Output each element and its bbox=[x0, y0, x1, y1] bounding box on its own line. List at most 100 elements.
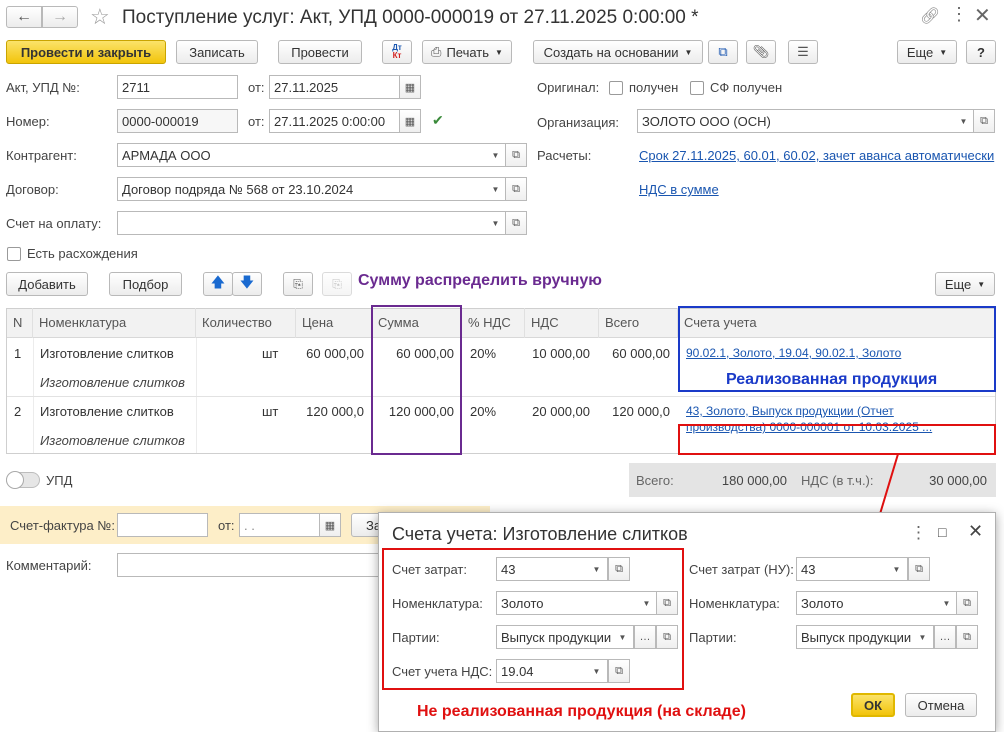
move-down-button[interactable]: 🡇︎ bbox=[232, 272, 262, 296]
vat-account-dropdown[interactable]: ▼ bbox=[586, 659, 608, 683]
print-button[interactable]: ⎙ Печать ▼ bbox=[422, 40, 512, 64]
header-price[interactable]: Цена bbox=[296, 308, 372, 338]
row-vat[interactable]: 10 000,00 bbox=[525, 346, 590, 361]
cost-account-nu-dropdown[interactable]: ▼ bbox=[886, 557, 908, 581]
contractor-field[interactable]: АРМАДА ООО bbox=[117, 143, 487, 167]
write-button[interactable]: Записать bbox=[176, 40, 258, 64]
header-total[interactable]: Всего bbox=[599, 308, 678, 338]
row-vat-rate[interactable]: 20% bbox=[470, 346, 496, 361]
cost-account-nu-field[interactable]: 43 bbox=[796, 557, 888, 581]
batches-nu-open-button[interactable]: ⧉ bbox=[956, 625, 978, 649]
back-button[interactable]: ← bbox=[6, 6, 42, 28]
row-nomenclature[interactable]: Изготовление слитков bbox=[40, 346, 174, 361]
cost-account-field[interactable]: 43 bbox=[496, 557, 588, 581]
row-total[interactable]: 60 000,00 bbox=[600, 346, 670, 361]
cost-account-nu-open-button[interactable]: ⧉ bbox=[908, 557, 930, 581]
batches-select-button[interactable]: … bbox=[634, 625, 656, 649]
nomenclature-nu-field[interactable]: Золото bbox=[796, 591, 938, 615]
open-icon: ⧉ bbox=[915, 562, 923, 575]
create-based-button[interactable]: Создать на основании ▼ bbox=[533, 40, 703, 64]
header-n[interactable]: N bbox=[7, 308, 33, 338]
table-more-button[interactable]: Еще ▼ bbox=[935, 272, 995, 296]
invoice-field[interactable] bbox=[117, 211, 487, 235]
row-nomenclature[interactable]: Изготовление слитков bbox=[40, 404, 174, 419]
vat-link[interactable]: НДС в сумме bbox=[639, 182, 719, 197]
attach-button[interactable]: 📎︎ bbox=[746, 40, 776, 64]
discrepancy-checkbox[interactable] bbox=[7, 247, 21, 261]
contractor-open-button[interactable]: ⧉ bbox=[505, 143, 527, 167]
nomenclature-field[interactable]: Золото bbox=[496, 591, 638, 615]
nomenclature-open-button[interactable]: ⧉ bbox=[656, 591, 678, 615]
number-field[interactable]: 0000-000019 bbox=[117, 109, 238, 133]
header-nomenclature[interactable]: Номенклатура bbox=[33, 308, 196, 338]
header-vat-rate[interactable]: % НДС bbox=[462, 308, 525, 338]
number-date-field[interactable]: 27.11.2025 0:00:00 bbox=[269, 109, 401, 133]
row-price[interactable]: 60 000,00 bbox=[298, 346, 364, 361]
forward-button[interactable]: → bbox=[42, 6, 78, 28]
contract-open-button[interactable]: ⧉ bbox=[505, 177, 527, 201]
dt-kt-button[interactable]: Дт Кт bbox=[382, 40, 412, 64]
invoice-dropdown[interactable]: ▼ bbox=[485, 211, 507, 235]
calendar-button[interactable]: ▦ bbox=[399, 75, 421, 99]
post-button[interactable]: Провести bbox=[278, 40, 362, 64]
link-icon[interactable]: 🔗︎ bbox=[920, 6, 940, 26]
vat-account-field[interactable]: 19.04 bbox=[496, 659, 588, 683]
ok-button[interactable]: ОК bbox=[851, 693, 895, 717]
edit-check-icon[interactable]: ✔ bbox=[432, 112, 444, 129]
close-icon[interactable]: ✕ bbox=[974, 3, 991, 28]
sf-received-checkbox[interactable] bbox=[690, 81, 704, 95]
batches-open-button[interactable]: ⧉ bbox=[656, 625, 678, 649]
paste-button[interactable]: ⎘ bbox=[322, 272, 352, 296]
upd-toggle[interactable] bbox=[6, 471, 40, 489]
close-icon[interactable]: ✕ bbox=[968, 521, 983, 542]
act-date-field[interactable]: 27.11.2025 bbox=[269, 75, 401, 99]
contract-field[interactable]: Договор подряда № 568 от 23.10.2024 bbox=[117, 177, 487, 201]
act-number-field[interactable]: 2711 bbox=[117, 75, 238, 99]
nomenclature-nu-open-button[interactable]: ⧉ bbox=[956, 591, 978, 615]
more-vert-icon[interactable]: ⋮ bbox=[910, 523, 927, 543]
row-price[interactable]: 120 000,0 bbox=[298, 404, 364, 419]
post-and-close-button[interactable]: Провести и закрыть bbox=[6, 40, 166, 64]
contractor-dropdown[interactable]: ▼ bbox=[485, 143, 507, 167]
copy-button[interactable]: ⎘ bbox=[283, 272, 313, 296]
sf-date-field[interactable]: . . bbox=[239, 513, 321, 537]
nomenclature-nu-dropdown[interactable]: ▼ bbox=[936, 591, 958, 615]
org-open-button[interactable]: ⧉ bbox=[973, 109, 995, 133]
help-button[interactable]: ? bbox=[966, 40, 996, 64]
batches-nu-field[interactable]: Выпуск продукции bbox=[796, 625, 914, 649]
header-quantity[interactable]: Количество bbox=[196, 308, 296, 338]
vat-account-open-button[interactable]: ⧉ bbox=[608, 659, 630, 683]
row-vat-rate[interactable]: 20% bbox=[470, 404, 496, 419]
batches-nu-select-button[interactable]: … bbox=[934, 625, 956, 649]
cancel-button[interactable]: Отмена bbox=[905, 693, 977, 717]
contract-dropdown[interactable]: ▼ bbox=[485, 177, 507, 201]
batches-field[interactable]: Выпуск продукции bbox=[496, 625, 614, 649]
sf-number-field[interactable] bbox=[117, 513, 208, 537]
settlements-link[interactable]: Срок 27.11.2025, 60.01, 60.02, зачет ава… bbox=[639, 148, 994, 163]
select-button[interactable]: Подбор bbox=[109, 272, 182, 296]
row-total[interactable]: 120 000,0 bbox=[600, 404, 670, 419]
row-vat[interactable]: 20 000,00 bbox=[525, 404, 590, 419]
comment-field[interactable] bbox=[117, 553, 389, 577]
nomenclature-dropdown[interactable]: ▼ bbox=[636, 591, 658, 615]
cost-account-open-button[interactable]: ⧉ bbox=[608, 557, 630, 581]
calendar-button[interactable]: ▦ bbox=[319, 513, 341, 537]
cost-account-dropdown[interactable]: ▼ bbox=[586, 557, 608, 581]
header-vat[interactable]: НДС bbox=[525, 308, 599, 338]
invoice-open-button[interactable]: ⧉ bbox=[505, 211, 527, 235]
calendar-button[interactable]: ▦ bbox=[399, 109, 421, 133]
favorite-star-icon[interactable]: ☆ bbox=[90, 4, 110, 30]
structure-button[interactable]: ⧉ bbox=[708, 40, 738, 64]
org-field[interactable]: ЗОЛОТО ООО (ОСН) bbox=[637, 109, 955, 133]
received-checkbox[interactable] bbox=[609, 81, 623, 95]
add-button[interactable]: Добавить bbox=[6, 272, 88, 296]
more-vert-icon[interactable]: ⋮ bbox=[950, 4, 968, 25]
list-button[interactable]: ☰ bbox=[788, 40, 818, 64]
batches-dropdown[interactable]: ▼ bbox=[612, 625, 634, 649]
move-up-button[interactable]: 🡅︎ bbox=[203, 272, 233, 296]
batches-nu-dropdown[interactable]: ▼ bbox=[912, 625, 934, 649]
row-accounts-link[interactable]: 43, Золото, Выпуск продукции (Отчет bbox=[686, 404, 894, 418]
maximize-icon[interactable]: □ bbox=[938, 524, 946, 540]
org-dropdown[interactable]: ▼ bbox=[953, 109, 975, 133]
more-button[interactable]: Еще ▼ bbox=[897, 40, 957, 64]
